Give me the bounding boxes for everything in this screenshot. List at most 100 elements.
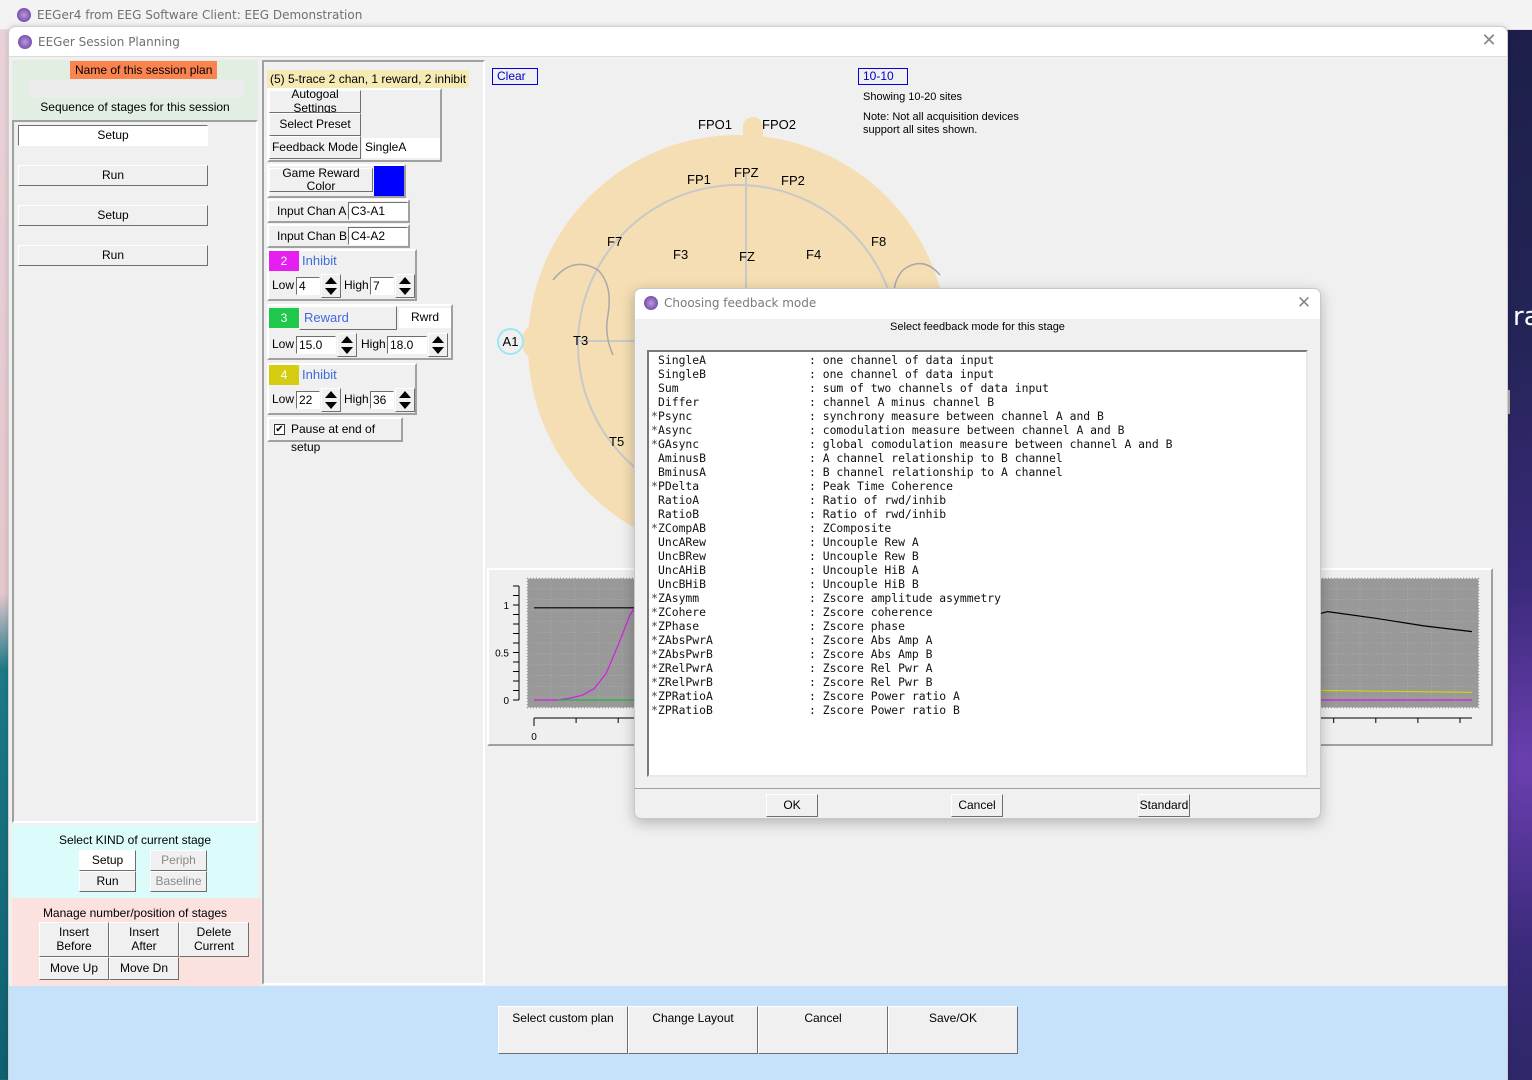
- site-fp2[interactable]: FP2: [781, 173, 805, 188]
- change-layout-button[interactable]: Change Layout: [628, 1006, 758, 1054]
- spin-up-icon[interactable]: [341, 336, 353, 343]
- site-a1[interactable]: A1: [497, 328, 524, 355]
- site-fpo2[interactable]: FPO2: [762, 117, 796, 132]
- input-chan-b-field[interactable]: C4-A2: [348, 227, 408, 245]
- feedback-mode-item[interactable]: UncARew: Uncouple Rew A: [651, 535, 1306, 549]
- feedback-mode-button[interactable]: Feedback Mode: [269, 136, 361, 159]
- feedback-mode-item[interactable]: *ZAbsPwrB: Zscore Abs Amp B: [651, 647, 1306, 661]
- kind-run-button[interactable]: Run: [79, 871, 136, 892]
- band-2-low-spinner[interactable]: [321, 274, 341, 298]
- feedback-mode-item[interactable]: *ZCohere: Zscore coherence: [651, 605, 1306, 619]
- dialog-standard-button[interactable]: Standard: [1138, 794, 1190, 817]
- kind-baseline-button[interactable]: Baseline: [150, 871, 207, 892]
- feedback-mode-item[interactable]: *Async: comodulation measure between cha…: [651, 423, 1306, 437]
- feedback-mode-item[interactable]: *ZRelPwrA: Zscore Rel Pwr A: [651, 661, 1306, 675]
- site-f8[interactable]: F8: [871, 234, 886, 249]
- feedback-mode-item[interactable]: *ZCompAB: ZComposite: [651, 521, 1306, 535]
- feedback-mode-item[interactable]: Differ: channel A minus channel B: [651, 395, 1306, 409]
- autogoal-settings-button[interactable]: Autogoal Settings: [269, 88, 361, 114]
- kind-periph-button[interactable]: Periph: [150, 850, 207, 871]
- band-4-high-field[interactable]: 36: [370, 391, 394, 409]
- dialog-cancel-button[interactable]: Cancel: [951, 794, 1003, 817]
- site-f3[interactable]: F3: [673, 247, 688, 262]
- band-4-high-spinner[interactable]: [395, 388, 415, 412]
- kind-setup-button[interactable]: Setup: [79, 850, 136, 871]
- clear-button[interactable]: Clear: [492, 68, 538, 85]
- spin-up-icon[interactable]: [399, 277, 411, 284]
- site-fz[interactable]: FZ: [739, 249, 755, 264]
- feedback-mode-list[interactable]: SingleA: one channel of data input Single…: [647, 350, 1308, 777]
- feedback-mode-item[interactable]: *ZRelPwrB: Zscore Rel Pwr B: [651, 675, 1306, 689]
- site-f7[interactable]: F7: [607, 234, 622, 249]
- move-down-button[interactable]: Move Dn: [109, 957, 179, 980]
- band-3-high-field[interactable]: 18.0: [387, 336, 427, 354]
- spin-down-icon[interactable]: [399, 288, 411, 295]
- stage-item-4[interactable]: Run: [18, 245, 208, 266]
- insert-before-button[interactable]: Insert Before: [39, 922, 109, 957]
- spin-up-icon[interactable]: [325, 391, 337, 398]
- spin-up-icon[interactable]: [325, 277, 337, 284]
- feedback-mode-item[interactable]: SingleB: one channel of data input: [651, 367, 1306, 381]
- move-up-button[interactable]: Move Up: [39, 957, 109, 980]
- close-icon[interactable]: ✕: [1479, 31, 1499, 51]
- feedback-mode-item[interactable]: UncAHiB: Uncouple HiB A: [651, 563, 1306, 577]
- select-preset-button[interactable]: Select Preset: [269, 113, 361, 136]
- spin-down-icon[interactable]: [325, 288, 337, 295]
- band-3-low-spinner[interactable]: [337, 333, 357, 357]
- stage-item-3[interactable]: Setup: [18, 205, 208, 226]
- feedback-mode-item[interactable]: RatioB: Ratio of rwd/inhib: [651, 507, 1306, 521]
- band-3-low-field[interactable]: 15.0: [296, 336, 336, 354]
- site-f4[interactable]: F4: [806, 247, 821, 262]
- site-fpz[interactable]: FPZ: [734, 165, 759, 180]
- feedback-mode-item[interactable]: *ZPhase: Zscore phase: [651, 619, 1306, 633]
- site-t3[interactable]: T3: [573, 333, 588, 348]
- select-custom-plan-button[interactable]: Select custom plan: [498, 1006, 628, 1054]
- site-t5[interactable]: T5: [609, 434, 624, 449]
- feedback-mode-item[interactable]: *Psync: synchrony measure between channe…: [651, 409, 1306, 423]
- cancel-button[interactable]: Cancel: [758, 1006, 888, 1054]
- stage-item-2[interactable]: Run: [18, 165, 208, 186]
- spin-down-icon[interactable]: [432, 347, 444, 354]
- feedback-mode-item[interactable]: *ZAsymm: Zscore amplitude asymmetry: [651, 591, 1306, 605]
- band-2-high-field[interactable]: 7: [370, 277, 394, 295]
- feedback-mode-item[interactable]: *ZPRatioB: Zscore Power ratio B: [651, 703, 1306, 717]
- reward-color-swatch[interactable]: [374, 166, 404, 196]
- input-chan-a-field[interactable]: C3-A1: [348, 202, 408, 220]
- band-3-high-spinner[interactable]: [428, 333, 448, 357]
- band-2-number: 2: [269, 251, 299, 271]
- spin-up-icon[interactable]: [399, 391, 411, 398]
- pause-checkbox[interactable]: ✔: [274, 424, 285, 435]
- close-icon[interactable]: ✕: [1294, 292, 1314, 314]
- feedback-mode-item[interactable]: Sum: sum of two channels of data input: [651, 381, 1306, 395]
- feedback-mode-item[interactable]: UncBHiB: Uncouple HiB B: [651, 577, 1306, 591]
- feedback-mode-item[interactable]: AminusB: A channel relationship to B cha…: [651, 451, 1306, 465]
- spin-up-icon[interactable]: [432, 336, 444, 343]
- band-4-low-field[interactable]: 22: [296, 391, 320, 409]
- plan-name-input[interactable]: [29, 80, 244, 98]
- feedback-mode-item[interactable]: *GAsync: global comodulation measure bet…: [651, 437, 1306, 451]
- feedback-mode-item[interactable]: *ZPRatioA: Zscore Power ratio A: [651, 689, 1306, 703]
- band-3-type-button[interactable]: Reward: [299, 306, 397, 330]
- spin-down-icon[interactable]: [341, 347, 353, 354]
- site-fp1[interactable]: FP1: [687, 172, 711, 187]
- insert-after-button[interactable]: Insert After: [109, 922, 179, 957]
- stage-item-1[interactable]: Setup: [18, 125, 208, 146]
- feedback-mode-item[interactable]: UncBRew: Uncouple Rew B: [651, 549, 1306, 563]
- feedback-mode-item[interactable]: BminusA: B channel relationship to A cha…: [651, 465, 1306, 479]
- band-2-high-spinner[interactable]: [395, 274, 415, 298]
- spin-down-icon[interactable]: [325, 402, 337, 409]
- feedback-mode-item[interactable]: *ZAbsPwrA: Zscore Abs Amp A: [651, 633, 1306, 647]
- band-4-low-spinner[interactable]: [321, 388, 341, 412]
- feedback-mode-item[interactable]: SingleA: one channel of data input: [651, 353, 1306, 367]
- site-fpo1[interactable]: FPO1: [698, 117, 732, 132]
- game-reward-color-button[interactable]: Game Reward Color: [269, 166, 373, 193]
- feedback-mode-item[interactable]: RatioA: Ratio of rwd/inhib: [651, 493, 1306, 507]
- dialog-ok-button[interactable]: OK: [766, 794, 818, 817]
- save-ok-button[interactable]: Save/OK: [888, 1006, 1018, 1054]
- spin-down-icon[interactable]: [399, 402, 411, 409]
- band-2-low-field[interactable]: 4: [296, 277, 320, 295]
- feedback-mode-item[interactable]: *PDelta: Peak Time Coherence: [651, 479, 1306, 493]
- ten10-button[interactable]: 10-10: [858, 68, 908, 85]
- eeger-logo-icon: [18, 35, 32, 49]
- delete-current-button[interactable]: Delete Current: [179, 922, 249, 957]
